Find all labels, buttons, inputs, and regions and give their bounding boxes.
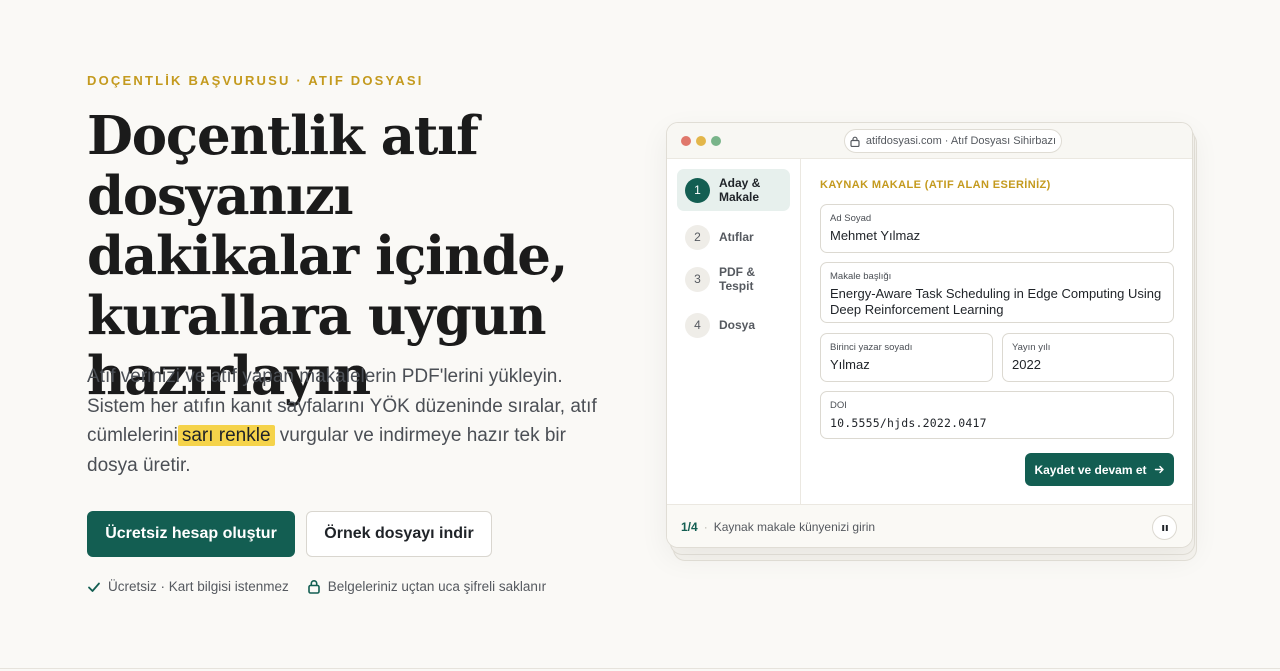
url-bar[interactable]: atifdosyasi.com · Atıf Dosyası Sihirbazı xyxy=(844,129,1062,153)
bottom-divider xyxy=(0,668,1280,669)
field-value: Yılmaz xyxy=(830,357,870,372)
step-item-candidate[interactable]: 1 Aday & Makale xyxy=(677,169,790,211)
pause-button[interactable] xyxy=(1152,515,1177,540)
lock-icon xyxy=(850,136,860,147)
save-continue-button[interactable]: Kaydet ve devam et xyxy=(1025,453,1174,486)
field-value: 10.5555/hjds.2022.0417 xyxy=(830,416,987,430)
step-label: PDF & Tespit xyxy=(719,265,755,293)
step-progress: 1/4 xyxy=(681,520,698,534)
trust-text-secure: Belgeleriniz uçtan uca şifreli saklanır xyxy=(327,579,547,594)
hero-headline: Doçentlik atıf dosyanızı dakikalar içind… xyxy=(87,105,568,407)
step-item-pdf[interactable]: 3 PDF & Tespit xyxy=(677,258,790,300)
separator: · xyxy=(703,520,708,534)
hero-lead: Atıf verinizi ve atıf yapan makalelerin … xyxy=(87,362,607,480)
wizard-footer: 1/4 · Kaynak makale künyenizi girin xyxy=(667,504,1192,547)
eyebrow-label: DOÇENTLİK BAŞVURUSU · ATIF DOSYASI xyxy=(87,73,424,88)
field-label: Birinci yazar soyadı xyxy=(830,342,913,353)
step-label: Atıflar xyxy=(719,230,754,244)
year-field[interactable]: Yayın yılı 2022 xyxy=(1002,333,1174,382)
download-sample-button[interactable]: Örnek dosyayı indir xyxy=(306,511,492,557)
form-title: KAYNAK MAKALE (ATIF ALAN ESERİNİZ) xyxy=(820,179,1051,191)
pause-icon xyxy=(1161,524,1168,531)
field-label: Yayın yılı xyxy=(1012,342,1051,353)
trust-item-free: Ücretsiz · Kart bilgisi istenmez xyxy=(87,579,289,594)
wizard-steps-sidebar: 1 Aday & Makale 2 Atıflar 3 PDF & Tespit 4… xyxy=(667,159,801,504)
field-value: 2022 xyxy=(1012,357,1041,372)
close-dot-icon xyxy=(681,136,691,146)
trust-text-free: Ücretsiz · Kart bilgisi istenmez xyxy=(108,579,289,594)
lead-highlight: sarı renkle xyxy=(177,425,275,446)
field-label: Makale başlığı xyxy=(830,271,892,282)
trust-row: Ücretsiz · Kart bilgisi istenmez Belgele… xyxy=(87,579,546,594)
field-value: Mehmet Yılmaz xyxy=(830,228,921,243)
arrow-right-icon xyxy=(1154,465,1164,474)
name-field[interactable]: Ad Soyad Mehmet Yılmaz xyxy=(820,204,1174,253)
step-label: Aday & Makale xyxy=(719,176,761,204)
field-label: DOI xyxy=(830,400,847,411)
first-author-field[interactable]: Birinci yazar soyadı Yılmaz xyxy=(820,333,993,382)
article-title-field[interactable]: Makale başlığı Energy-Aware Task Schedul… xyxy=(820,262,1174,323)
step-item-file[interactable]: 4 Dosya xyxy=(677,304,790,346)
step-hint: Kaynak makale künyenizi girin xyxy=(713,520,876,534)
lock-icon xyxy=(307,580,320,594)
step-number: 3 xyxy=(685,266,710,292)
field-label: Ad Soyad xyxy=(830,213,872,224)
maximize-dot-icon xyxy=(711,136,721,146)
step-label: Dosya xyxy=(719,318,756,332)
url-text: atifdosyasi.com · Atıf Dosyası Sihirbazı xyxy=(865,135,1057,147)
minimize-dot-icon xyxy=(696,136,706,146)
cta-row: Ücretsiz hesap oluştur Örnek dosyayı ind… xyxy=(87,511,492,557)
step-item-citations[interactable]: 2 Atıflar xyxy=(677,216,790,258)
step-number: 2 xyxy=(685,224,710,250)
window-titlebar: atifdosyasi.com · Atıf Dosyası Sihirbazı xyxy=(667,123,1192,159)
wizard-mockup-window: atifdosyasi.com · Atıf Dosyası Sihirbazı… xyxy=(666,122,1193,548)
step-number: 4 xyxy=(685,312,710,338)
create-account-button[interactable]: Ücretsiz hesap oluştur xyxy=(87,511,295,557)
step-number: 1 xyxy=(685,177,710,203)
check-icon xyxy=(88,582,100,592)
trust-item-secure: Belgeleriniz uçtan uca şifreli saklanır xyxy=(307,579,546,594)
field-value: Energy-Aware Task Scheduling in Edge Com… xyxy=(830,286,1162,317)
save-button-label: Kaydet ve devam et xyxy=(1034,462,1147,477)
doi-field[interactable]: DOI 10.5555/hjds.2022.0417 xyxy=(820,391,1174,439)
